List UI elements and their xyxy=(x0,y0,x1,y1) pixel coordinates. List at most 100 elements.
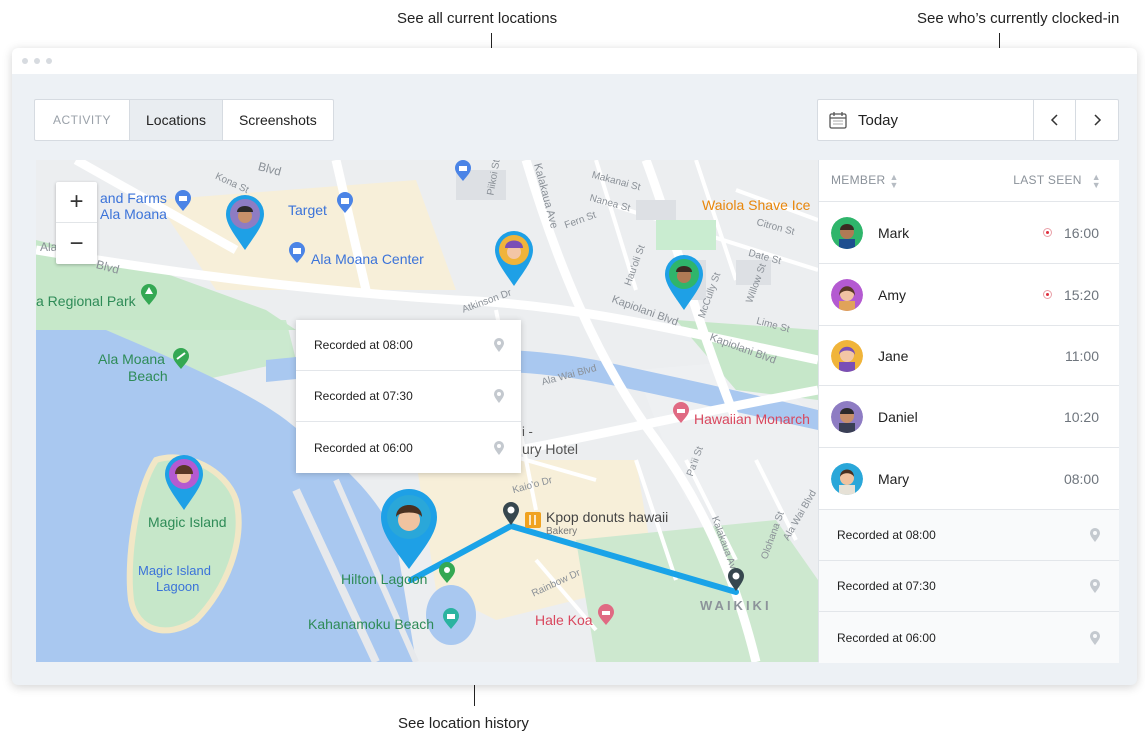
location-pin-icon xyxy=(1090,528,1100,542)
zoom-in-button[interactable]: + xyxy=(56,182,97,223)
date-picker-button[interactable]: Today xyxy=(818,100,1034,140)
bakery-icon[interactable] xyxy=(525,512,541,528)
beach-icon[interactable] xyxy=(172,348,190,370)
member-row-jane[interactable]: Jane 11:00 xyxy=(819,326,1119,386)
shopping-bag-icon[interactable] xyxy=(336,192,354,214)
map-label-lagoon: Lagoon xyxy=(156,579,200,594)
member-row-mary[interactable]: Mary 08:00 xyxy=(819,448,1119,510)
member-last-seen: 08:00 xyxy=(1063,470,1099,487)
map-label-ala-moana: Ala Moana xyxy=(100,206,167,222)
member-name: Daniel xyxy=(878,408,918,425)
history-item[interactable]: Recorded at 07:30 xyxy=(296,371,521,422)
members-panel: MEMBER ▲ ▼ LAST SEEN ▲ ▼ Mark 16:00 Amy 15:2… xyxy=(818,160,1119,663)
member-last-seen: 11:00 xyxy=(1065,347,1099,364)
camera-icon[interactable] xyxy=(442,608,460,630)
map-label-target: Target xyxy=(288,202,327,218)
callout-location-history: See location history xyxy=(398,715,529,732)
map-label-ala-moana-center: Ala Moana Center xyxy=(311,251,424,267)
record-item-label: Recorded at 07:30 xyxy=(837,579,936,593)
member-location-pin[interactable] xyxy=(664,254,704,312)
callout-clocked-in: See who’s currently clocked-in xyxy=(917,10,1120,27)
map-label-farms: and Farms xyxy=(100,190,167,206)
map-label-beach: Beach xyxy=(128,368,168,384)
last-seen-column-header[interactable]: LAST SEEN ▲ ▼ xyxy=(1013,172,1101,189)
history-item[interactable]: Recorded at 08:00 xyxy=(296,320,521,371)
window-control-dot[interactable] xyxy=(46,58,52,64)
place-pin-icon[interactable] xyxy=(438,562,456,584)
selected-member-location-pin[interactable] xyxy=(379,487,439,571)
member-header-label: MEMBER xyxy=(831,172,886,187)
member-name: Jane xyxy=(878,347,909,364)
tab-group-label: ACTIVITY xyxy=(35,100,131,140)
zoom-out-button[interactable]: − xyxy=(56,223,97,264)
street-label: Ala xyxy=(40,240,58,254)
window-control-dot[interactable] xyxy=(22,58,28,64)
window-control-dot[interactable] xyxy=(34,58,40,64)
record-item-label: Recorded at 06:00 xyxy=(837,630,936,645)
hotel-icon[interactable] xyxy=(597,604,615,626)
sort-icon: ▲ ▼ xyxy=(889,171,899,190)
record-item[interactable]: Recorded at 07:30 xyxy=(819,561,1119,612)
record-item[interactable]: Recorded at 08:00 xyxy=(819,510,1119,561)
history-item-label: Recorded at 07:30 xyxy=(314,389,413,403)
shopping-cart-icon[interactable] xyxy=(454,160,472,182)
shopping-cart-icon[interactable] xyxy=(174,190,192,212)
tab-screenshots[interactable]: Screenshots xyxy=(223,100,333,140)
map-label-hawaiian-monarch: Hawaiian Monarch xyxy=(694,411,810,427)
avatar xyxy=(831,339,863,372)
avatar xyxy=(831,216,863,249)
map-zoom-control: + − xyxy=(56,182,97,264)
member-row-amy[interactable]: Amy 15:20 xyxy=(819,264,1119,326)
view-tabs: ACTIVITY Locations Screenshots xyxy=(34,99,334,141)
window-titlebar xyxy=(12,48,1137,74)
map-label-hale-koa: Hale Koa xyxy=(535,612,593,628)
chevron-left-icon xyxy=(1050,114,1058,126)
member-last-seen: 16:00 xyxy=(1063,224,1099,241)
member-row-mark[interactable]: Mark 16:00 xyxy=(819,202,1119,264)
map-label-regional-park: a Regional Park xyxy=(36,293,136,309)
calendar-icon xyxy=(829,112,847,129)
date-selector: Today xyxy=(817,99,1119,141)
shopping-bag-icon[interactable] xyxy=(288,242,306,264)
date-label: Today xyxy=(858,111,899,129)
history-item-label: Recorded at 06:00 xyxy=(314,440,413,455)
map-label-bakery: Bakery xyxy=(546,526,578,537)
avatar xyxy=(831,278,863,311)
member-location-pin[interactable] xyxy=(164,454,204,512)
clocked-in-indicator xyxy=(1042,228,1052,237)
member-name: Mark xyxy=(878,224,910,241)
last-seen-header-label: LAST SEEN xyxy=(1013,172,1082,187)
member-name: Amy xyxy=(878,286,906,303)
history-item[interactable]: Recorded at 06:00 xyxy=(296,422,521,473)
member-last-seen: 10:20 xyxy=(1063,408,1099,425)
member-last-seen: 15:20 xyxy=(1063,286,1099,303)
route-waypoint-icon[interactable] xyxy=(502,502,520,526)
clocked-in-indicator xyxy=(1042,290,1052,299)
member-location-pin[interactable] xyxy=(225,194,265,252)
map-label-hilton-lagoon: Hilton Lagoon xyxy=(341,571,428,587)
record-item[interactable]: Recorded at 06:00 xyxy=(819,612,1119,663)
map-label-waikiki: WAIKIKI xyxy=(700,598,772,613)
location-pin-icon xyxy=(494,389,504,403)
hotel-icon[interactable] xyxy=(672,402,690,424)
location-map[interactable]: and Farms Ala Moana Target Ala Moana Cen… xyxy=(36,160,818,662)
map-label-hotel-prefix: i - xyxy=(522,424,533,439)
park-icon[interactable] xyxy=(140,284,158,306)
record-item-label: Recorded at 08:00 xyxy=(837,528,936,542)
members-table-header: MEMBER ▲ ▼ LAST SEEN ▲ ▼ xyxy=(819,160,1119,202)
member-row-daniel[interactable]: Daniel 10:20 xyxy=(819,386,1119,448)
location-history-popup: Recorded at 08:00 Recorded at 07:30 Reco… xyxy=(296,320,521,473)
map-label-kahanamoku: Kahanamoku Beach xyxy=(308,616,435,632)
member-location-pin[interactable] xyxy=(494,230,534,288)
member-column-header[interactable]: MEMBER ▲ ▼ xyxy=(831,171,899,190)
map-label-kpop: Kpop donuts hawaii xyxy=(546,509,669,525)
tab-locations[interactable]: Locations xyxy=(130,100,223,140)
chevron-right-icon xyxy=(1094,114,1102,126)
prev-day-button[interactable] xyxy=(1034,100,1076,140)
route-waypoint-icon[interactable] xyxy=(727,568,745,592)
location-pin-icon xyxy=(494,338,504,352)
map-label-magic-island: Magic Island xyxy=(148,514,227,530)
map-label-waiola: Waiola Shave Ice xyxy=(702,197,811,213)
next-day-button[interactable] xyxy=(1076,100,1118,140)
map-label-ala-moana-beach: Ala Moana xyxy=(98,351,165,367)
